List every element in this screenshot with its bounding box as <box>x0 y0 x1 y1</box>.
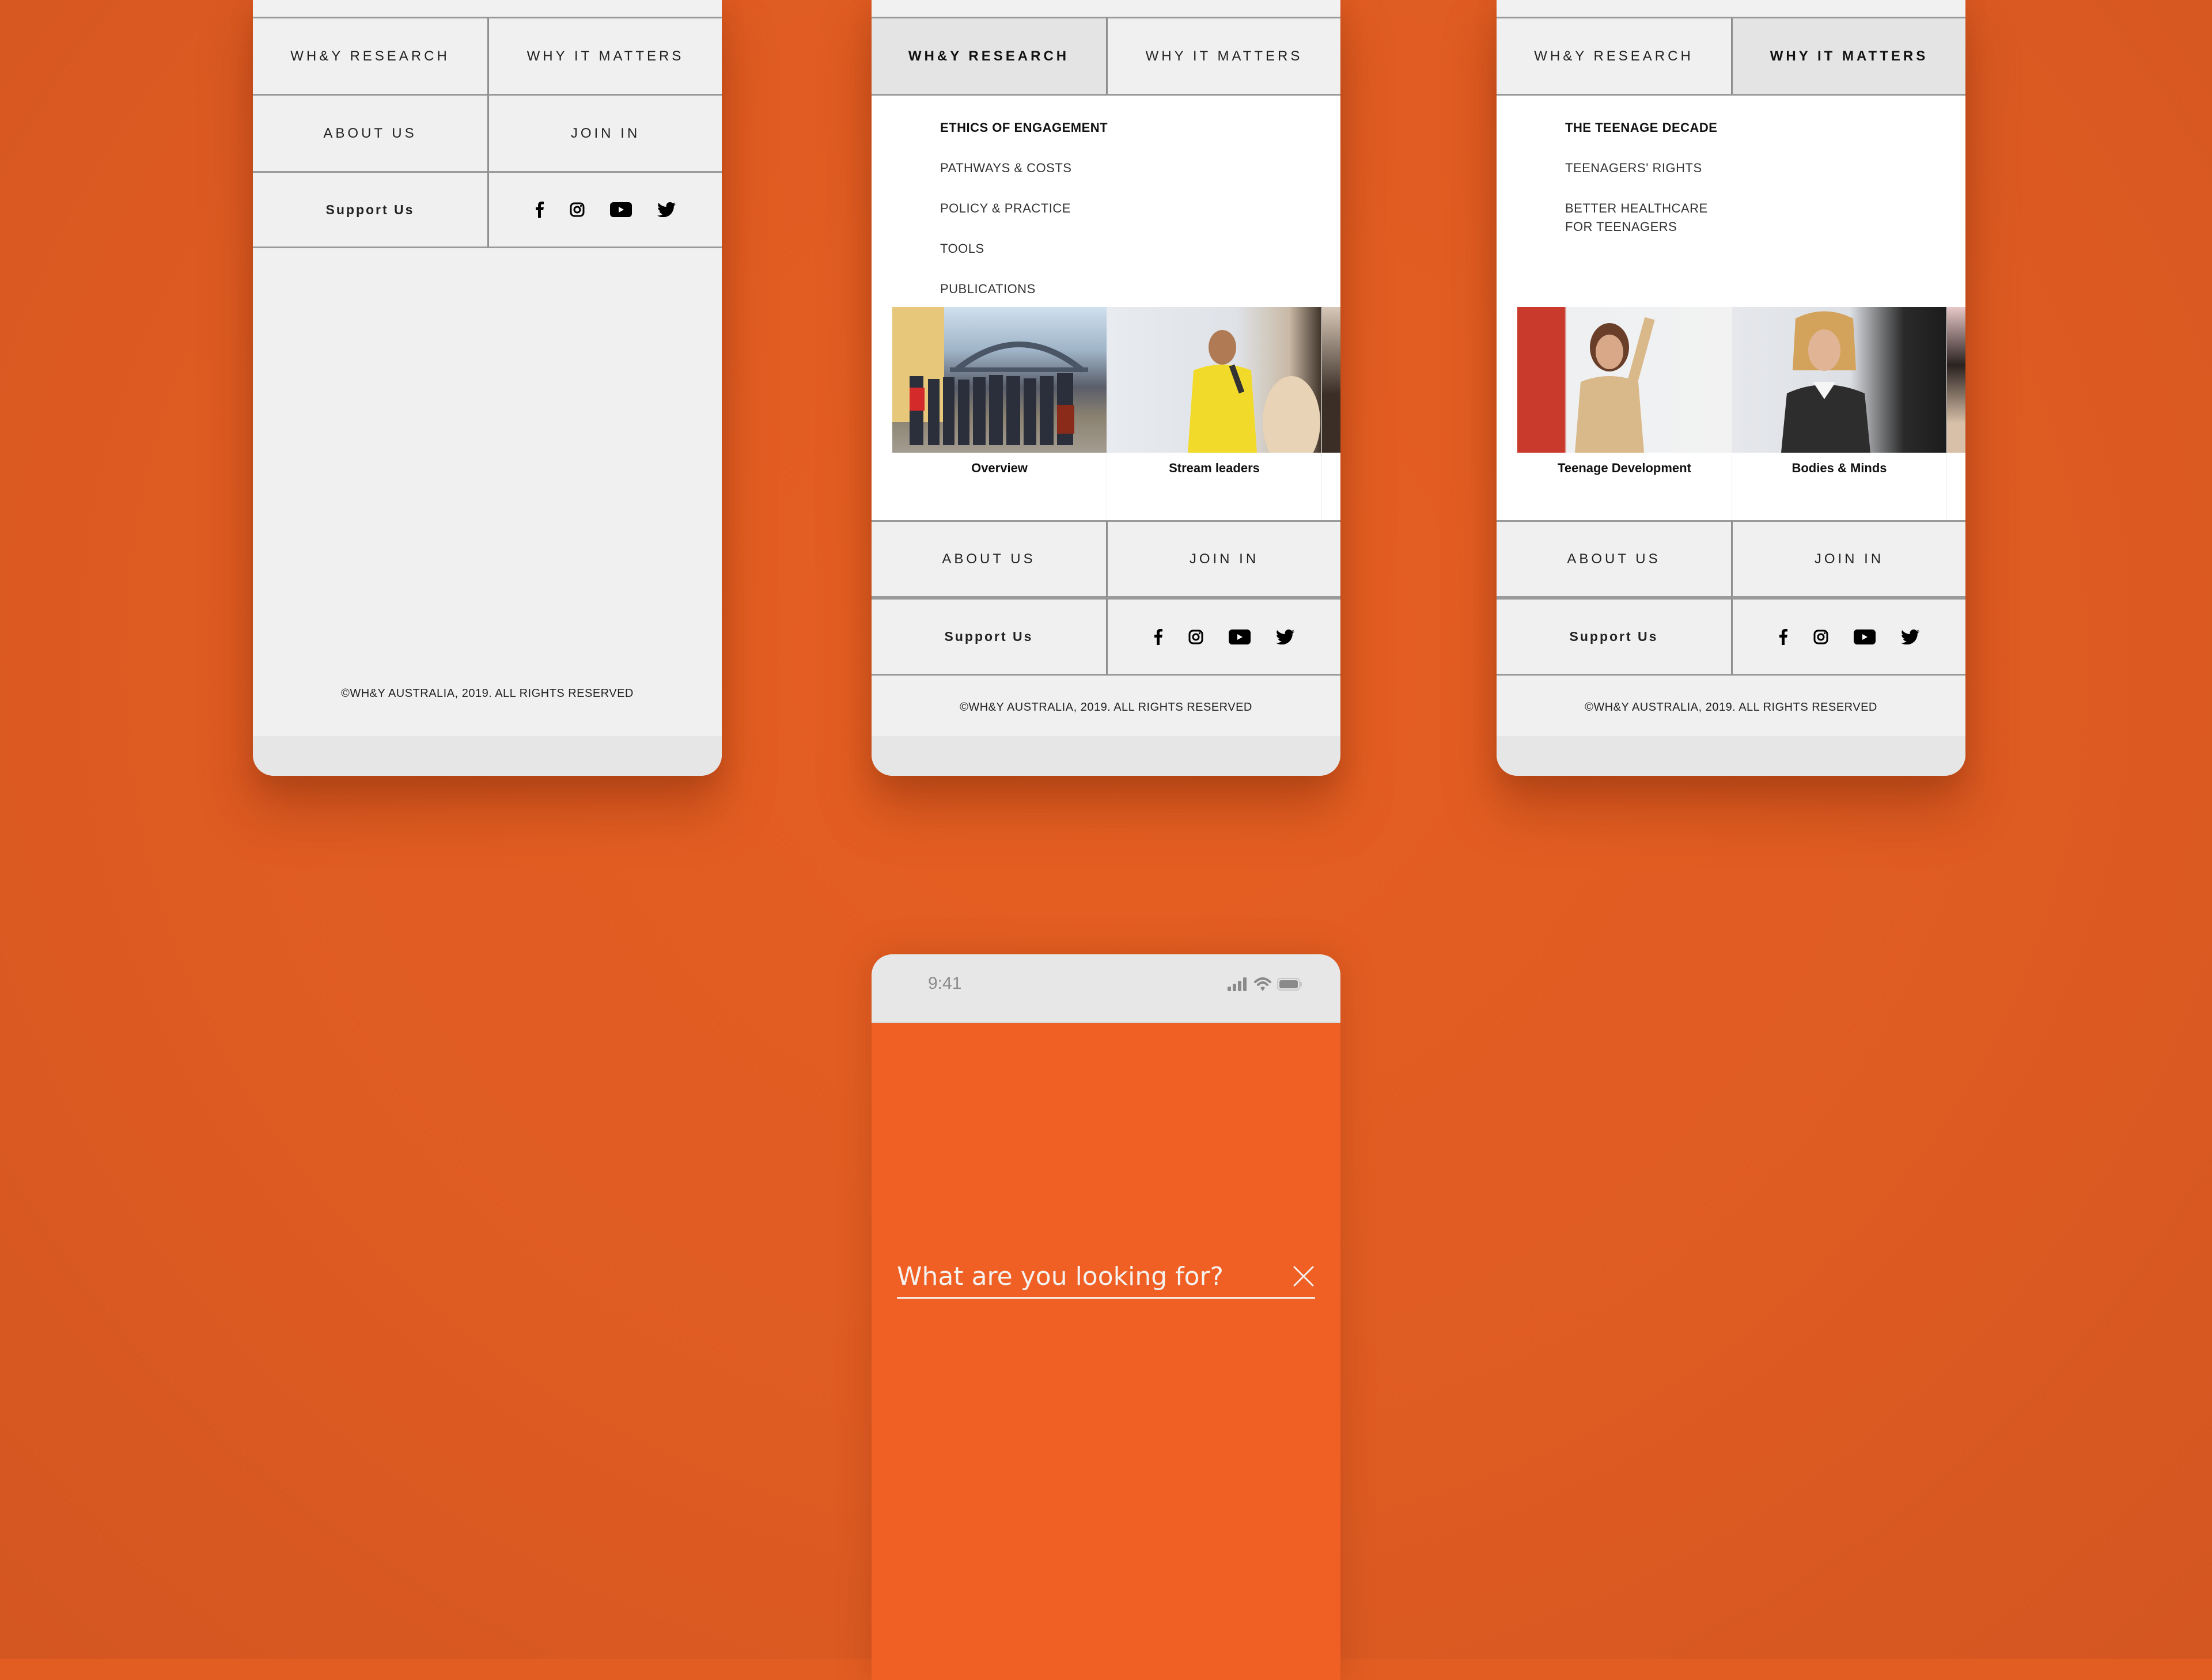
group-photo-illustration <box>892 307 1088 445</box>
phone-bottom-bar <box>872 736 1340 776</box>
nav-wh-y-research-active[interactable]: WH&Y RESEARCH <box>872 17 1106 94</box>
signal-icon <box>1228 977 1247 991</box>
nav-about-us[interactable]: ABOUT US <box>872 520 1106 598</box>
card-partial[interactable] <box>1322 307 1340 520</box>
card-carousel[interactable]: Teenage Development Bodies & Minds <box>1517 307 1965 520</box>
submenu-item[interactable]: POLICY & PRACTICE <box>940 199 1108 218</box>
card-partial[interactable] <box>1947 307 1965 520</box>
submenu-item[interactable]: TOOLS <box>940 240 1108 258</box>
copyright-text: ©WH&Y AUSTRALIA, 2019. ALL RIGHTS RESERV… <box>1585 701 1877 714</box>
status-bar: 9:41 <box>872 954 1340 1023</box>
search-bar <box>897 1256 1315 1299</box>
partial-photo <box>1947 307 1965 453</box>
nav-wh-y-research[interactable]: WH&Y RESEARCH <box>253 17 487 94</box>
stream-leaders-photo <box>1107 307 1321 468</box>
phone-search: 9:41 <box>872 954 1340 1680</box>
card-carousel[interactable]: Overview Stream leaders <box>892 307 1340 520</box>
instagram-icon[interactable] <box>1813 629 1828 644</box>
battery-icon <box>1277 978 1302 991</box>
facebook-icon[interactable] <box>1779 628 1788 645</box>
social-links <box>487 171 722 248</box>
twitter-icon[interactable] <box>657 202 676 217</box>
facebook-icon[interactable] <box>535 202 544 218</box>
youtube-icon[interactable] <box>610 202 632 217</box>
submenu-item[interactable]: PUBLICATIONS <box>940 280 1108 298</box>
facebook-icon[interactable] <box>1154 628 1163 645</box>
twitter-icon[interactable] <box>1901 629 1919 644</box>
close-icon[interactable] <box>1292 1265 1315 1288</box>
nav-why-it-matters-active[interactable]: WHY IT MATTERS <box>1731 17 1965 94</box>
support-us-button[interactable]: Support Us <box>253 171 487 248</box>
wifi-icon <box>1254 977 1271 991</box>
nav-join-in[interactable]: JOIN IN <box>1731 520 1965 598</box>
nav-why-it-matters[interactable]: WHY IT MATTERS <box>487 17 722 94</box>
nav-why-it-matters[interactable]: WHY IT MATTERS <box>1106 17 1340 94</box>
header-strip <box>253 0 722 17</box>
teenage-development-photo <box>1517 307 1732 453</box>
nav-join-in[interactable]: JOIN IN <box>487 94 722 171</box>
submenu-item[interactable]: THE TEENAGE DECADE <box>1565 119 1717 137</box>
search-input[interactable] <box>897 1261 1266 1291</box>
phone-menu-research: WH&Y RESEARCH WHY IT MATTERS ETHICS OF E… <box>872 0 1340 776</box>
bodies-minds-photo <box>1732 307 1946 453</box>
youtube-icon[interactable] <box>1229 629 1251 644</box>
instagram-icon[interactable] <box>570 202 585 217</box>
header-strip <box>1497 0 1965 17</box>
overview-photo <box>892 307 1107 453</box>
social-links <box>1731 598 1965 676</box>
phone-menu-collapsed: WH&Y RESEARCH WHY IT MATTERS ABOUT US JO… <box>253 0 722 776</box>
card-caption: Teenage Development <box>1558 461 1691 475</box>
submenu-item[interactable]: ETHICS OF ENGAGEMENT <box>940 119 1108 137</box>
phone-menu-why: WH&Y RESEARCH WHY IT MATTERS THE TEENAGE… <box>1497 0 1965 776</box>
submenu-item[interactable]: TEENAGERS' RIGHTS <box>1565 159 1717 177</box>
youtube-icon[interactable] <box>1854 629 1876 644</box>
woman-photo-illustration <box>1575 317 1655 453</box>
nav-about-us[interactable]: ABOUT US <box>1497 520 1731 598</box>
card-teenage-development[interactable]: Teenage Development <box>1517 307 1732 520</box>
copyright-text: ©WH&Y AUSTRALIA, 2019. ALL RIGHTS RESERV… <box>341 687 634 700</box>
nav-join-in[interactable]: JOIN IN <box>1106 520 1340 598</box>
speaker-photo-illustration <box>1188 330 1320 468</box>
copyright-text: ©WH&Y AUSTRALIA, 2019. ALL RIGHTS RESERV… <box>960 701 1252 714</box>
social-links <box>1106 598 1340 676</box>
submenu-item[interactable]: PATHWAYS & COSTS <box>940 159 1108 177</box>
card-stream-leaders[interactable]: Stream leaders <box>1107 307 1322 520</box>
twitter-icon[interactable] <box>1276 629 1294 644</box>
research-submenu: ETHICS OF ENGAGEMENT PATHWAYS & COSTS PO… <box>872 94 1340 520</box>
card-caption: Overview <box>971 461 1028 475</box>
card-caption: Bodies & Minds <box>1791 461 1887 475</box>
nav-about-us[interactable]: ABOUT US <box>253 94 487 171</box>
card-caption: Stream leaders <box>1169 461 1260 475</box>
partial-photo <box>1322 307 1340 453</box>
why-submenu: THE TEENAGE DECADE TEENAGERS' RIGHTS BET… <box>1497 94 1965 520</box>
support-us-button[interactable]: Support Us <box>1497 598 1731 676</box>
card-overview[interactable]: Overview <box>892 307 1107 520</box>
nav-wh-y-research[interactable]: WH&Y RESEARCH <box>1497 17 1731 94</box>
support-us-button[interactable]: Support Us <box>872 598 1106 676</box>
phone-bottom-bar <box>253 736 722 776</box>
phone-bottom-bar <box>1497 736 1965 776</box>
header-strip <box>872 0 1340 17</box>
card-bodies-minds[interactable]: Bodies & Minds <box>1732 307 1947 520</box>
woman-jacket-illustration <box>1781 311 1870 453</box>
submenu-item[interactable]: BETTER HEALTHCARE FOR TEENAGERS <box>1565 199 1717 236</box>
instagram-icon[interactable] <box>1188 629 1203 644</box>
status-time: 9:41 <box>928 974 962 993</box>
